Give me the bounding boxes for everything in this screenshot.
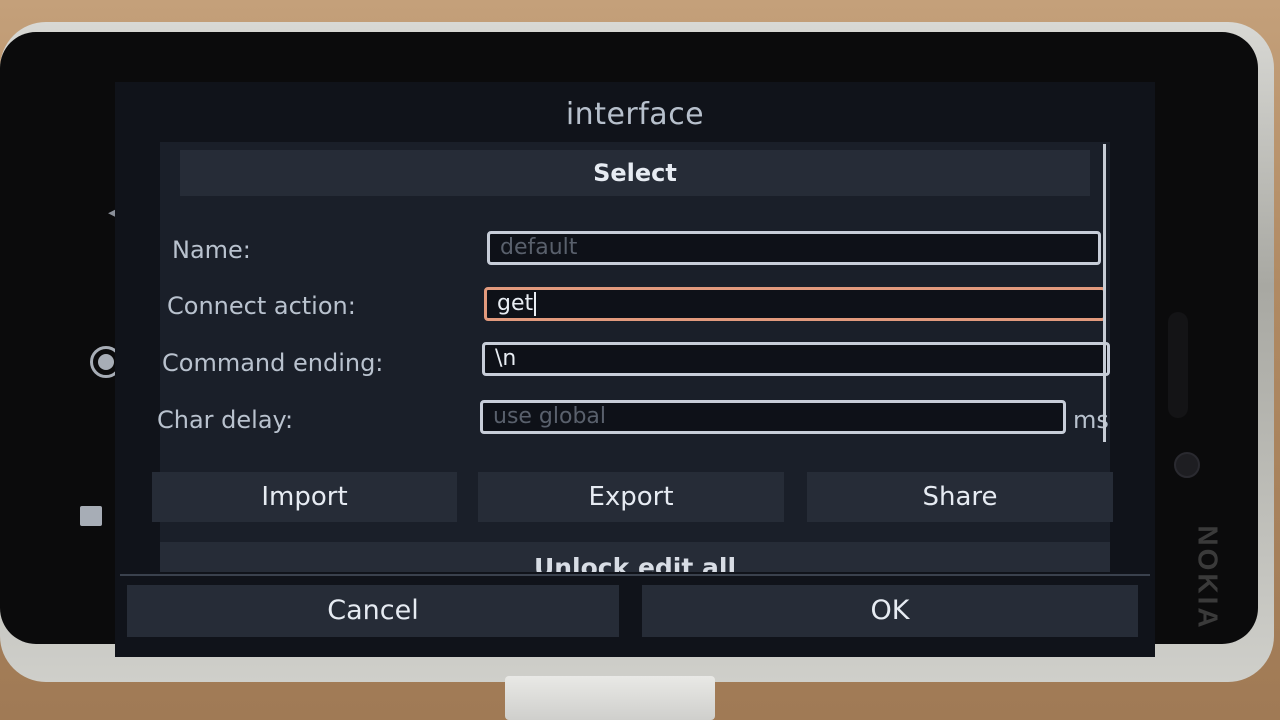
select-button[interactable]: Select bbox=[180, 150, 1090, 196]
footer-divider bbox=[120, 574, 1150, 576]
unlock-edit-all-button[interactable]: Unlock edit all bbox=[160, 542, 1110, 572]
share-button[interactable]: Share bbox=[807, 472, 1113, 522]
command-ending-field[interactable]: \n bbox=[482, 342, 1110, 376]
cancel-button[interactable]: Cancel bbox=[127, 585, 619, 637]
dialog-title: interface bbox=[565, 97, 705, 132]
import-button[interactable]: Import bbox=[152, 472, 457, 522]
name-label: Name: bbox=[172, 236, 251, 264]
dialog-screen: interface Select Name: default Connect a… bbox=[115, 82, 1155, 657]
phone-body: ◀ NOKIA interface Select Name: default C… bbox=[0, 32, 1258, 657]
char-delay-field[interactable]: use global bbox=[480, 400, 1066, 434]
ok-button[interactable]: OK bbox=[642, 585, 1138, 637]
front-camera bbox=[1174, 452, 1200, 478]
dialog-content: Select Name: default Connect action: get… bbox=[152, 142, 1113, 572]
char-delay-placeholder: use global bbox=[493, 404, 607, 429]
command-ending-label: Command ending: bbox=[162, 349, 384, 377]
text-cursor bbox=[534, 292, 537, 316]
char-delay-label: Char delay: bbox=[157, 406, 294, 434]
name-field[interactable]: default bbox=[487, 231, 1101, 265]
recent-apps-icon[interactable] bbox=[80, 506, 102, 526]
usb-cable bbox=[505, 676, 715, 720]
connect-action-field[interactable]: get bbox=[484, 287, 1106, 321]
brand-logo: NOKIA bbox=[1192, 525, 1224, 631]
content-scrollbar[interactable] bbox=[1103, 144, 1106, 442]
command-ending-value: \n bbox=[495, 346, 517, 371]
connect-action-label: Connect action: bbox=[167, 292, 356, 320]
name-placeholder: default bbox=[500, 235, 578, 260]
connect-action-value: get bbox=[497, 291, 534, 316]
unlock-edit-all-label: Unlock edit all bbox=[533, 553, 737, 572]
export-button[interactable]: Export bbox=[478, 472, 784, 522]
speaker-slot bbox=[1168, 312, 1188, 418]
